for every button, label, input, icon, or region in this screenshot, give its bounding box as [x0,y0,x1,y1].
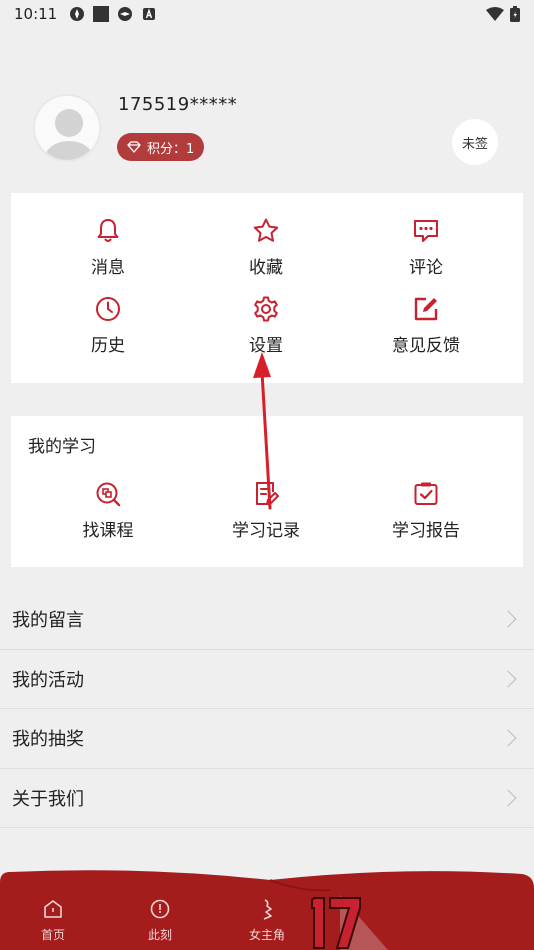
grid-item-history[interactable]: 历史 [48,295,168,356]
points-label: 积分：1 [147,141,195,157]
learning-item-label: 学习记录 [232,521,300,541]
grid-item-label: 评论 [409,258,443,278]
grid-item-label: 意见反馈 [392,336,460,356]
grid-item-messages[interactable]: 消息 [48,217,168,278]
bell-icon [97,219,119,242]
edit-icon [414,297,438,321]
bottom-tab-bar: 首页 此刻 女主角 [0,868,534,950]
learning-item-record[interactable]: 学习记录 [206,480,326,541]
comment-icon [414,220,438,242]
list-item-my-lottery[interactable]: 我的抽奖 [0,709,534,769]
status-time: 10:11 [14,5,58,23]
list-item-label: 我的活动 [12,669,84,691]
quick-actions-card: 消息 收藏 评论 历史 设置 意见反馈 [11,193,523,383]
image-notification-icon [93,6,110,22]
learning-item-report[interactable]: 学习报告 [366,480,486,541]
clock-icon [96,297,120,321]
list-item-label: 我的抽奖 [12,729,84,751]
chevron-right-icon [499,789,517,807]
figure-icon [263,899,272,920]
tab-label: 女主角 [248,928,285,942]
avatar[interactable] [33,94,101,162]
star-icon [253,218,279,242]
battery-icon [510,6,520,22]
tab-moment[interactable]: 此刻 [130,898,190,943]
grid-item-favorites[interactable]: 收藏 [206,217,326,278]
grid-item-label: 消息 [91,258,125,278]
my-learning-card: 我的学习 找课程 学习记录 学习报告 [11,416,523,567]
logo-17-icon[interactable] [310,890,390,950]
username: 175519***** [118,94,238,115]
chevron-right-icon [499,670,517,688]
list-item-label: 关于我们 [12,788,84,810]
gear-icon [254,296,278,322]
search-course-icon [96,482,121,507]
grid-item-feedback[interactable]: 意见反馈 [366,295,486,356]
list-item-my-messages[interactable]: 我的留言 [0,590,534,650]
points-badge[interactable]: 积分：1 [117,133,205,161]
grid-item-settings[interactable]: 设置 [206,295,326,356]
app-notification-icon [118,7,133,21]
learning-item-find-course[interactable]: 找课程 [48,480,168,541]
learning-item-label: 找课程 [82,521,134,541]
list-item-label: 我的留言 [12,610,84,632]
menu-list: 我的留言 我的活动 我的抽奖 关于我们 [0,590,534,828]
wifi-icon [486,7,504,21]
app-notification-icon [70,7,85,21]
default-avatar-icon [35,96,99,160]
section-title: 我的学习 [28,437,96,457]
report-icon [414,482,438,505]
tab-home[interactable]: 首页 [23,898,83,943]
grid-item-label: 收藏 [249,258,283,278]
learning-item-label: 学习报告 [392,521,460,541]
sign-in-button[interactable]: 未签 [452,119,498,165]
a-notification-icon [143,8,156,20]
grid-item-label: 历史 [91,336,125,356]
chevron-right-icon [499,610,517,628]
profile-header: 175519***** 积分：1 未签 [0,88,534,178]
tab-label: 此刻 [147,928,172,942]
diamond-icon [127,141,141,153]
tab-label: 首页 [40,928,65,942]
grid-item-comments[interactable]: 评论 [366,217,486,278]
list-item-about-us[interactable]: 关于我们 [0,769,534,828]
clock-compass-icon [150,899,170,919]
home-icon [44,900,62,918]
record-icon [256,482,279,505]
status-bar: 10:11 [0,0,534,28]
list-item-my-activities[interactable]: 我的活动 [0,650,534,709]
tab-heroine[interactable]: 女主角 [237,898,297,943]
chevron-right-icon [499,729,517,747]
grid-item-label: 设置 [249,336,283,356]
